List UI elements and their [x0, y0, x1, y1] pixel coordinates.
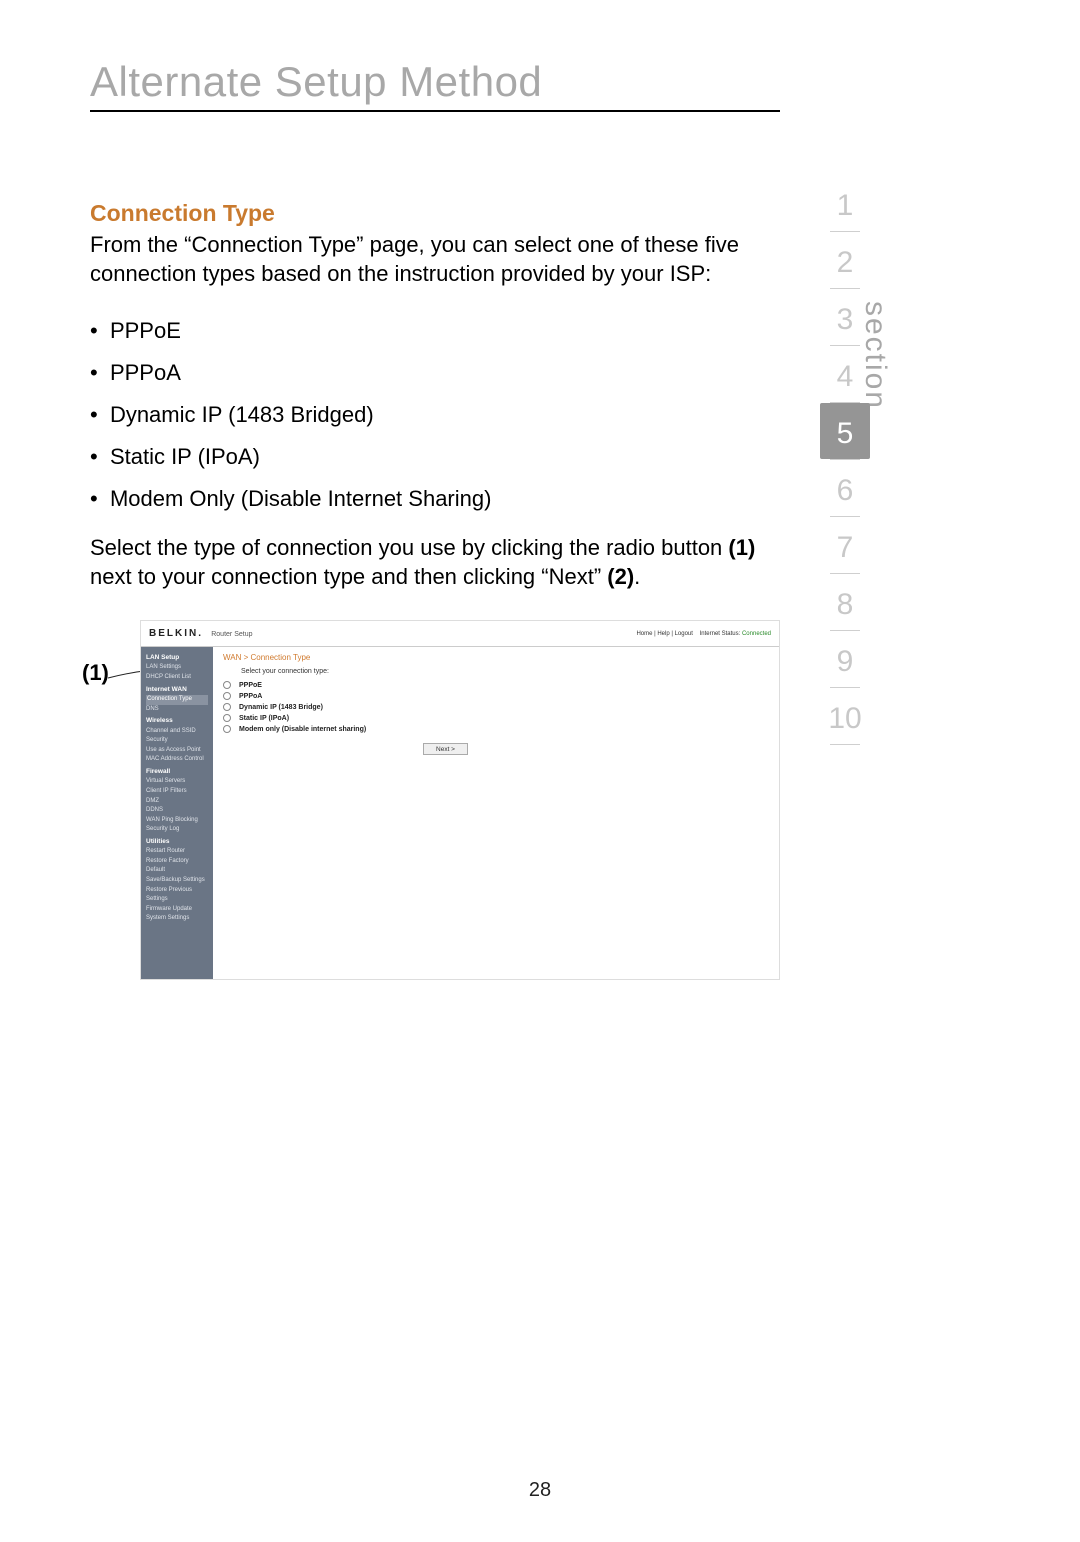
sidebar-mac-address[interactable]: MAC Address Control [146, 755, 208, 765]
radio-icon[interactable] [223, 725, 231, 733]
sidebar-dns[interactable]: DNS [146, 705, 208, 715]
sidebar-ddns[interactable]: DDNS [146, 806, 208, 816]
sidebar-internet-wan[interactable]: Internet WAN [146, 685, 208, 695]
embedded-screenshot: BELKIN. Router Setup Home | Help | Logou… [140, 620, 780, 980]
option-label: PPPoA [239, 693, 262, 700]
main-content: Connection Type From the “Connection Typ… [90, 200, 780, 591]
sidebar-connection-type[interactable]: Connection Type [146, 695, 208, 705]
section-2[interactable]: 2 [820, 232, 870, 288]
sidebar-lan-settings[interactable]: LAN Settings [146, 663, 208, 673]
sidebar-virtual-servers[interactable]: Virtual Servers [146, 777, 208, 787]
ss-header: BELKIN. Router Setup Home | Help | Logou… [141, 621, 779, 647]
bullet-pppoe: • PPPoE [90, 318, 780, 344]
ss-sidebar: LAN Setup LAN Settings DHCP Client List … [141, 647, 213, 979]
next-button[interactable]: Next > [423, 743, 468, 755]
sidebar-firmware-update[interactable]: Firmware Update [146, 905, 208, 915]
ss-option-list: PPPoE PPPoA Dynamic IP (1483 Bridge) Sta… [223, 681, 769, 733]
option-label: PPPoE [239, 682, 262, 689]
radio-icon[interactable] [223, 692, 231, 700]
bullet-pppoa: • PPPoA [90, 360, 780, 386]
section-5[interactable]: 5 [820, 403, 870, 459]
section-8[interactable]: 8 [820, 574, 870, 630]
section-1[interactable]: 1 [820, 175, 870, 231]
sidebar-security[interactable]: Security [146, 736, 208, 746]
section-7[interactable]: 7 [820, 517, 870, 573]
bullet-list: • PPPoE • PPPoA • Dynamic IP (1483 Bridg… [90, 318, 780, 512]
option-modem-only[interactable]: Modem only (Disable internet sharing) [223, 725, 769, 733]
ss-breadcrumb: WAN > Connection Type [223, 653, 769, 662]
ss-header-links: Home | Help | Logout Internet Status: Co… [636, 631, 771, 637]
radio-icon[interactable] [223, 703, 231, 711]
option-pppoa[interactable]: PPPoA [223, 692, 769, 700]
section-nav: 1 2 3 4 5 6 7 8 9 10 [820, 175, 870, 745]
option-dynamic-ip[interactable]: Dynamic IP (1483 Bridge) [223, 703, 769, 711]
ss-main: WAN > Connection Type Select your connec… [213, 647, 779, 979]
bullet-dynamic-ip: • Dynamic IP (1483 Bridged) [90, 402, 780, 428]
sidebar-dmz[interactable]: DMZ [146, 797, 208, 807]
intro-text: From the “Connection Type” page, you can… [90, 231, 780, 288]
sidebar-firewall[interactable]: Firewall [146, 767, 208, 777]
sidebar-wan-ping[interactable]: WAN Ping Blocking [146, 816, 208, 826]
sidebar-channel-ssid[interactable]: Channel and SSID [146, 727, 208, 737]
bullet-modem-only: • Modem Only (Disable Internet Sharing) [90, 486, 780, 512]
sidebar-restart[interactable]: Restart Router [146, 847, 208, 857]
instruction-text: Select the type of connection you use by… [90, 534, 780, 591]
sidebar-restore-factory[interactable]: Restore Factory Default [146, 857, 208, 876]
option-pppoe[interactable]: PPPoE [223, 681, 769, 689]
heading-connection-type: Connection Type [90, 200, 780, 227]
bullet-static-ip: • Static IP (IPoA) [90, 444, 780, 470]
page-number: 28 [0, 1479, 1080, 1502]
ss-brand: BELKIN. [149, 628, 203, 639]
sidebar-security-log[interactable]: Security Log [146, 825, 208, 835]
option-static-ip[interactable]: Static IP (IPoA) [223, 714, 769, 722]
option-label: Modem only (Disable internet sharing) [239, 726, 366, 733]
sidebar-dhcp-client-list[interactable]: DHCP Client List [146, 673, 208, 683]
ss-subtitle: Router Setup [211, 631, 252, 638]
ss-instruction: Select your connection type: [241, 668, 769, 675]
sidebar-client-ip-filters[interactable]: Client IP Filters [146, 787, 208, 797]
section-6[interactable]: 6 [820, 460, 870, 516]
sidebar-lan-setup[interactable]: LAN Setup [146, 653, 208, 663]
section-10[interactable]: 10 [820, 688, 870, 744]
sidebar-restore-previous[interactable]: Restore Previous Settings [146, 886, 208, 905]
section-9[interactable]: 9 [820, 631, 870, 687]
section-3[interactable]: 3 [820, 289, 870, 345]
sidebar-utilities[interactable]: Utilities [146, 837, 208, 847]
sidebar-save-backup[interactable]: Save/Backup Settings [146, 876, 208, 886]
option-label: Static IP (IPoA) [239, 715, 289, 722]
sidebar-system-settings[interactable]: System Settings [146, 914, 208, 924]
sidebar-access-point[interactable]: Use as Access Point [146, 746, 208, 756]
section-4[interactable]: 4 [820, 346, 870, 402]
page-title: Alternate Setup Method [90, 58, 542, 106]
radio-icon[interactable] [223, 714, 231, 722]
radio-icon[interactable] [223, 681, 231, 689]
option-label: Dynamic IP (1483 Bridge) [239, 704, 323, 711]
sidebar-wireless[interactable]: Wireless [146, 716, 208, 726]
title-underline [90, 110, 780, 112]
